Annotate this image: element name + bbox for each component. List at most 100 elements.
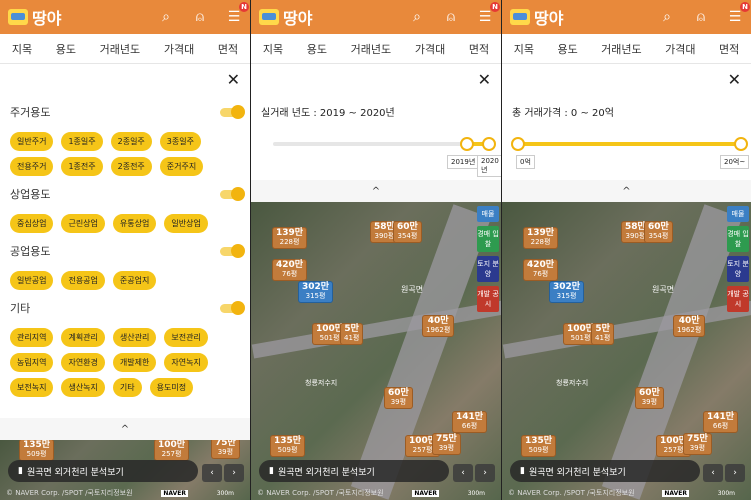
tag-development[interactable]: 개발 공시 (477, 286, 499, 312)
tab-year[interactable]: 거래년도 (601, 41, 641, 57)
chip[interactable]: 보전녹지 (10, 378, 54, 397)
chip[interactable]: 준공업지 (112, 271, 157, 290)
price-marker[interactable]: 135만 509평 (20, 440, 54, 460)
price-marker[interactable]: 5만 41평 (341, 324, 363, 344)
tab-area[interactable]: 면적 (719, 41, 739, 57)
close-icon[interactable]: ✕ (478, 70, 491, 89)
toggle-industrial[interactable] (220, 243, 245, 258)
tag-presale[interactable]: 토지 분양 (477, 256, 499, 282)
chip[interactable]: 용도미정 (149, 378, 194, 397)
tab-jimok[interactable]: 지목 (263, 41, 283, 57)
price-marker[interactable]: 100만 257평 (155, 440, 189, 460)
tab-area[interactable]: 면적 (469, 41, 489, 57)
menu-icon[interactable]: ☰ N (226, 2, 249, 25)
chip[interactable]: 생산관리 (112, 328, 157, 347)
chip[interactable]: 개발제한 (112, 353, 157, 372)
chip[interactable]: 전용주거 (10, 157, 54, 176)
chip[interactable]: 보전관리 (164, 328, 208, 347)
tag-development[interactable]: 개발 공시 (727, 286, 749, 312)
chip[interactable]: 전용공업 (61, 271, 105, 290)
prev-button[interactable]: ‹ (703, 464, 723, 482)
tab-price[interactable]: 가격대 (665, 41, 695, 57)
prev-button[interactable]: ‹ (202, 464, 222, 482)
chip[interactable]: 일반상업 (164, 214, 208, 233)
slider-knob-max[interactable] (482, 137, 496, 151)
price-marker[interactable]: 420만 76평 (273, 260, 307, 280)
toggle-residential[interactable] (220, 104, 245, 119)
slider-knob-min[interactable] (460, 137, 475, 151)
chip[interactable]: 3종일주 (159, 132, 201, 151)
tab-area[interactable]: 면적 (218, 41, 238, 57)
chip[interactable]: 준거주지 (159, 157, 204, 176)
collapse-button[interactable]: ^ (0, 418, 250, 440)
chip[interactable]: 1종전주 (61, 157, 103, 176)
user-icon[interactable]: ⍝ (693, 9, 709, 25)
next-button[interactable]: › (224, 464, 244, 482)
chip[interactable]: 일반주거 (10, 132, 54, 151)
analysis-button[interactable]: ▮ 원곡면 외거천리 분석보기 (259, 460, 449, 482)
price-marker[interactable]: 60만 39평 (385, 388, 412, 408)
price-marker[interactable]: 302만 315평 (550, 282, 584, 302)
collapse-button[interactable]: ^ (502, 180, 751, 202)
year-slider[interactable] (273, 137, 496, 151)
price-marker[interactable]: 302만 315평 (299, 282, 333, 302)
chip[interactable]: 계획관리 (61, 328, 105, 347)
tag-presale[interactable]: 토지 분양 (727, 256, 749, 282)
price-marker[interactable]: 141만 66평 (704, 412, 738, 432)
app-logo[interactable]: 땅야 (8, 5, 61, 29)
price-marker[interactable]: 420만 76평 (524, 260, 558, 280)
price-marker[interactable]: 60만 39평 (636, 388, 663, 408)
price-marker[interactable]: 40만 1962평 (423, 316, 454, 336)
app-logo[interactable]: 땅야 (259, 5, 312, 29)
tag-listing[interactable]: 매물 (727, 206, 749, 222)
close-icon[interactable]: ✕ (227, 70, 240, 89)
tab-price[interactable]: 가격대 (415, 41, 445, 57)
toggle-other[interactable] (220, 300, 245, 315)
tab-use[interactable]: 용도 (56, 41, 76, 57)
map-view[interactable]: 139만 228평 58만 390평 60만 354평 420만 76평 302만 315… (502, 202, 751, 500)
menu-icon[interactable]: ☰ N (477, 2, 500, 25)
chip[interactable]: 관리지역 (10, 328, 54, 347)
price-marker[interactable]: 135만 509평 (271, 436, 305, 456)
chip[interactable]: 근린상업 (61, 214, 105, 233)
chip[interactable]: 기타 (112, 378, 142, 397)
price-marker[interactable]: 139만 228평 (273, 228, 307, 248)
price-marker[interactable]: 5만 41평 (592, 324, 614, 344)
collapse-button[interactable]: ^ (251, 180, 501, 202)
map-view[interactable]: 135만 509평 100만 257평 75만 39평 ▮ 원곡면 외거천리 분석보기 … (0, 440, 250, 500)
menu-icon[interactable]: ☰ N (727, 2, 750, 25)
tab-jimok[interactable]: 지목 (514, 41, 534, 57)
tag-listing[interactable]: 매물 (477, 206, 499, 222)
chip[interactable]: 2종전주 (110, 157, 152, 176)
analysis-button[interactable]: ▮ 원곡면 외거천리 분석보기 (510, 460, 700, 482)
search-icon[interactable]: ⌕ (158, 9, 174, 25)
chip[interactable]: 자연녹지 (164, 353, 208, 372)
price-marker[interactable]: 60만 354평 (645, 222, 672, 242)
toggle-commercial[interactable] (220, 186, 245, 201)
price-marker[interactable]: 40만 1962평 (674, 316, 705, 336)
slider-knob-max[interactable] (734, 137, 748, 151)
next-button[interactable]: › (725, 464, 745, 482)
chip[interactable]: 중심상업 (10, 214, 54, 233)
user-icon[interactable]: ⍝ (443, 9, 459, 25)
chip[interactable]: 1종일주 (61, 132, 103, 151)
close-icon[interactable]: ✕ (728, 70, 741, 89)
tag-auction[interactable]: 경매 입찰 (477, 226, 499, 252)
next-button[interactable]: › (475, 464, 495, 482)
price-marker[interactable]: 60만 354평 (394, 222, 421, 242)
tab-year[interactable]: 거래년도 (100, 41, 140, 57)
price-marker[interactable]: 75만 39평 (684, 434, 711, 454)
chip[interactable]: 유통상업 (112, 214, 157, 233)
analysis-button[interactable]: ▮ 원곡면 외거천리 분석보기 (8, 460, 198, 482)
chip[interactable]: 농림지역 (10, 353, 54, 372)
chip[interactable]: 자연환경 (61, 353, 105, 372)
tab-use[interactable]: 용도 (557, 41, 577, 57)
price-marker[interactable]: 141만 66평 (453, 412, 487, 432)
tag-auction[interactable]: 경매 입찰 (727, 226, 749, 252)
price-marker[interactable]: 139만 228평 (524, 228, 558, 248)
user-icon[interactable]: ⍝ (192, 9, 208, 25)
price-slider[interactable] (511, 137, 748, 151)
prev-button[interactable]: ‹ (453, 464, 473, 482)
price-marker[interactable]: 75만 39평 (212, 440, 239, 458)
price-marker[interactable]: 75만 39평 (433, 434, 460, 454)
